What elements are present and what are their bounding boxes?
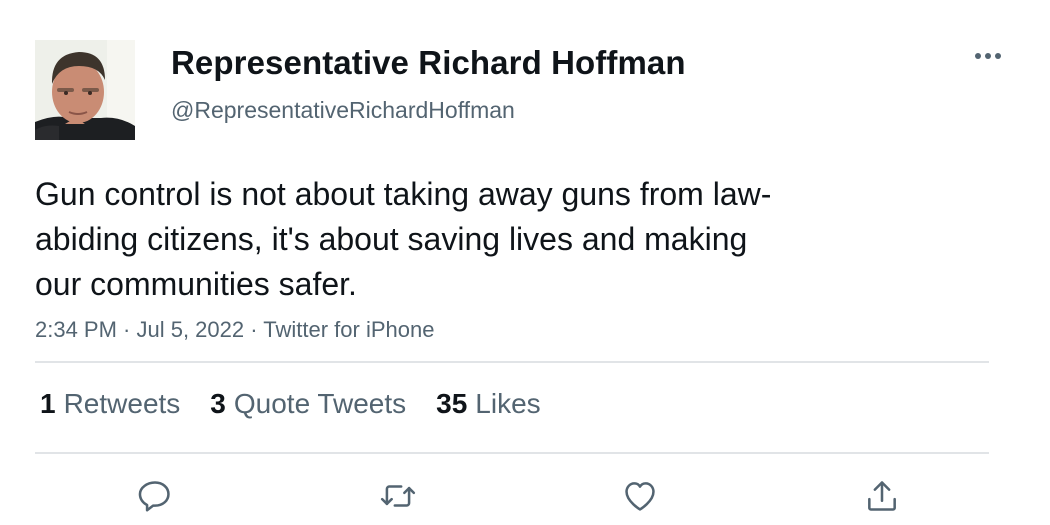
share-icon [868,481,896,511]
likes-stat[interactable]: 35 Likes [436,388,541,420]
avatar[interactable] [35,40,135,140]
author-display-name[interactable]: Representative Richard Hoffman [171,44,686,82]
tweet-stats: 1 Retweets 3 Quote Tweets 35 Likes [40,388,541,420]
quote-tweets-stat[interactable]: 3 Quote Tweets [210,388,406,420]
retweet-icon [380,485,416,507]
reply-button[interactable] [135,476,175,516]
author-handle[interactable]: @RepresentativeRichardHoffman [171,97,515,124]
divider [35,452,989,454]
tweet-text: Gun control is not about taking away gun… [35,176,772,302]
likes-count: 35 [436,388,468,419]
heart-icon [625,482,655,511]
retweets-count: 1 [40,388,56,419]
retweets-stat[interactable]: 1 Retweets [40,388,180,420]
tweet-card: Representative Richard Hoffman @Represen… [0,0,1050,525]
more-icon[interactable] [972,46,1004,66]
retweets-label: Retweets [63,388,181,419]
divider [35,361,989,363]
quote-tweets-count: 3 [210,388,226,419]
share-button[interactable] [862,476,902,516]
likes-label: Likes [475,388,541,419]
retweet-button[interactable] [378,476,418,516]
like-button[interactable] [620,476,660,516]
reply-icon [138,481,170,512]
quote-tweets-label: Quote Tweets [233,388,407,419]
tweet-timestamp[interactable]: 2:34 PM · Jul 5, 2022 · Twitter for iPho… [35,317,434,343]
